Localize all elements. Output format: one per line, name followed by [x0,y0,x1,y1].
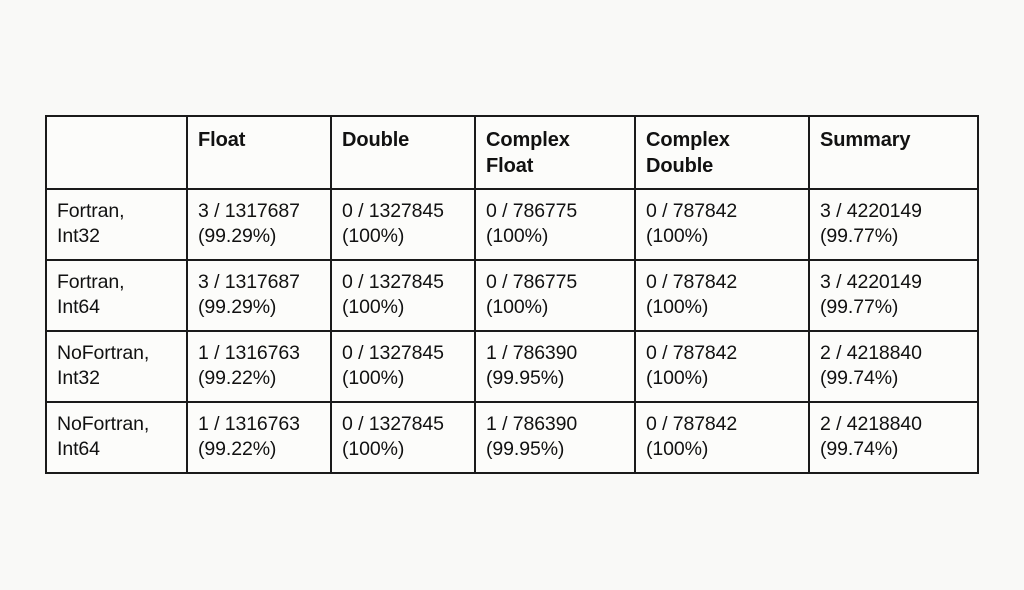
row-label-line2: Int32 [57,367,100,390]
table-row: Fortran, Int32 3 / 1317687 (99.29%) 0 / … [45,188,979,261]
column-header-complex-double: Complex Double [634,115,810,190]
page-canvas: Float Double Complex Float Complex Doubl… [0,0,1024,590]
cell-fortran-int64-complex-float: 0 / 786775 (100%) [474,259,636,332]
results-table: Float Double Complex Float Complex Doubl… [45,115,979,474]
column-header-complex-float: Complex Float [474,115,636,190]
cell-percent: (99.29%) [198,225,277,248]
cell-counts: 0 / 1327845 [342,200,444,222]
cell-counts: 1 / 786390 [486,342,578,364]
cell-counts: 3 / 1317687 [198,200,300,222]
cell-counts: 3 / 1317687 [198,271,300,293]
cell-percent: (99.22%) [198,438,277,461]
column-header-corner [45,115,188,190]
column-header-complex-float-line1: Complex [486,129,570,151]
cell-fortran-int64-summary: 3 / 4220149 (99.77%) [808,259,979,332]
cell-nofortran-int64-summary: 2 / 4218840 (99.74%) [808,401,979,474]
cell-nofortran-int64-double: 0 / 1327845 (100%) [330,401,476,474]
cell-counts: 0 / 786775 [486,271,578,293]
cell-counts: 2 / 4218840 [820,342,922,364]
row-label-line1: NoFortran, [57,342,150,364]
cell-percent: (99.22%) [198,367,277,390]
table-body: Fortran, Int32 3 / 1317687 (99.29%) 0 / … [45,188,979,474]
cell-counts: 3 / 4220149 [820,271,922,293]
cell-percent: (100%) [646,438,709,461]
cell-fortran-int32-double: 0 / 1327845 (100%) [330,188,476,261]
cell-percent: (99.95%) [486,367,565,390]
cell-percent: (100%) [486,296,549,319]
cell-counts: 0 / 787842 [646,200,738,222]
cell-percent: (100%) [342,296,405,319]
cell-counts: 0 / 1327845 [342,271,444,293]
column-header-complex-double-line1: Complex [646,129,730,151]
cell-fortran-int64-float: 3 / 1317687 (99.29%) [186,259,332,332]
cell-counts: 1 / 1316763 [198,413,300,435]
row-label-line2: Int32 [57,225,100,248]
cell-percent: (100%) [342,367,405,390]
cell-percent: (100%) [646,225,709,248]
cell-fortran-int32-complex-double: 0 / 787842 (100%) [634,188,810,261]
cell-nofortran-int64-complex-float: 1 / 786390 (99.95%) [474,401,636,474]
row-label-line2: Int64 [57,296,100,319]
cell-counts: 3 / 4220149 [820,200,922,222]
cell-counts: 1 / 1316763 [198,342,300,364]
cell-counts: 0 / 787842 [646,271,738,293]
cell-nofortran-int32-float: 1 / 1316763 (99.22%) [186,330,332,403]
cell-percent: (100%) [646,367,709,390]
cell-counts: 0 / 786775 [486,200,578,222]
cell-fortran-int32-float: 3 / 1317687 (99.29%) [186,188,332,261]
cell-counts: 0 / 787842 [646,413,738,435]
table-header: Float Double Complex Float Complex Doubl… [45,115,979,190]
cell-fortran-int32-summary: 3 / 4220149 (99.77%) [808,188,979,261]
cell-nofortran-int32-double: 0 / 1327845 (100%) [330,330,476,403]
cell-percent: (100%) [646,296,709,319]
cell-percent: (100%) [486,225,549,248]
column-header-float: Float [186,115,332,190]
row-label-line1: Fortran, [57,200,125,222]
cell-nofortran-int64-float: 1 / 1316763 (99.22%) [186,401,332,474]
row-label-line1: NoFortran, [57,413,150,435]
cell-percent: (99.77%) [820,225,899,248]
column-header-complex-float-line2: Float [486,155,534,177]
cell-nofortran-int32-summary: 2 / 4218840 (99.74%) [808,330,979,403]
column-header-double: Double [330,115,476,190]
cell-fortran-int32-complex-float: 0 / 786775 (100%) [474,188,636,261]
column-header-complex-double-line2: Double [646,155,714,177]
row-label-line1: Fortran, [57,271,125,293]
cell-fortran-int64-complex-double: 0 / 787842 (100%) [634,259,810,332]
row-label-line2: Int64 [57,438,100,461]
column-header-summary: Summary [808,115,979,190]
column-header-double-line1: Double [342,129,410,151]
cell-percent: (99.74%) [820,367,899,390]
cell-counts: 1 / 786390 [486,413,578,435]
cell-fortran-int64-double: 0 / 1327845 (100%) [330,259,476,332]
table-row: NoFortran, Int32 1 / 1316763 (99.22%) 0 … [45,330,979,403]
cell-nofortran-int64-complex-double: 0 / 787842 (100%) [634,401,810,474]
cell-percent: (99.29%) [198,296,277,319]
cell-percent: (100%) [342,438,405,461]
row-label-fortran-int32: Fortran, Int32 [45,188,188,261]
column-header-float-line1: Float [198,129,246,151]
cell-nofortran-int32-complex-float: 1 / 786390 (99.95%) [474,330,636,403]
row-label-nofortran-int64: NoFortran, Int64 [45,401,188,474]
cell-percent: (100%) [342,225,405,248]
table-row: Fortran, Int64 3 / 1317687 (99.29%) 0 / … [45,259,979,332]
table-header-row: Float Double Complex Float Complex Doubl… [45,115,979,190]
row-label-fortran-int64: Fortran, Int64 [45,259,188,332]
row-label-nofortran-int32: NoFortran, Int32 [45,330,188,403]
cell-nofortran-int32-complex-double: 0 / 787842 (100%) [634,330,810,403]
table-row: NoFortran, Int64 1 / 1316763 (99.22%) 0 … [45,401,979,474]
cell-counts: 2 / 4218840 [820,413,922,435]
cell-percent: (99.77%) [820,296,899,319]
cell-percent: (99.95%) [486,438,565,461]
cell-counts: 0 / 1327845 [342,342,444,364]
cell-counts: 0 / 1327845 [342,413,444,435]
cell-percent: (99.74%) [820,438,899,461]
cell-counts: 0 / 787842 [646,342,738,364]
column-header-summary-line1: Summary [820,129,911,151]
